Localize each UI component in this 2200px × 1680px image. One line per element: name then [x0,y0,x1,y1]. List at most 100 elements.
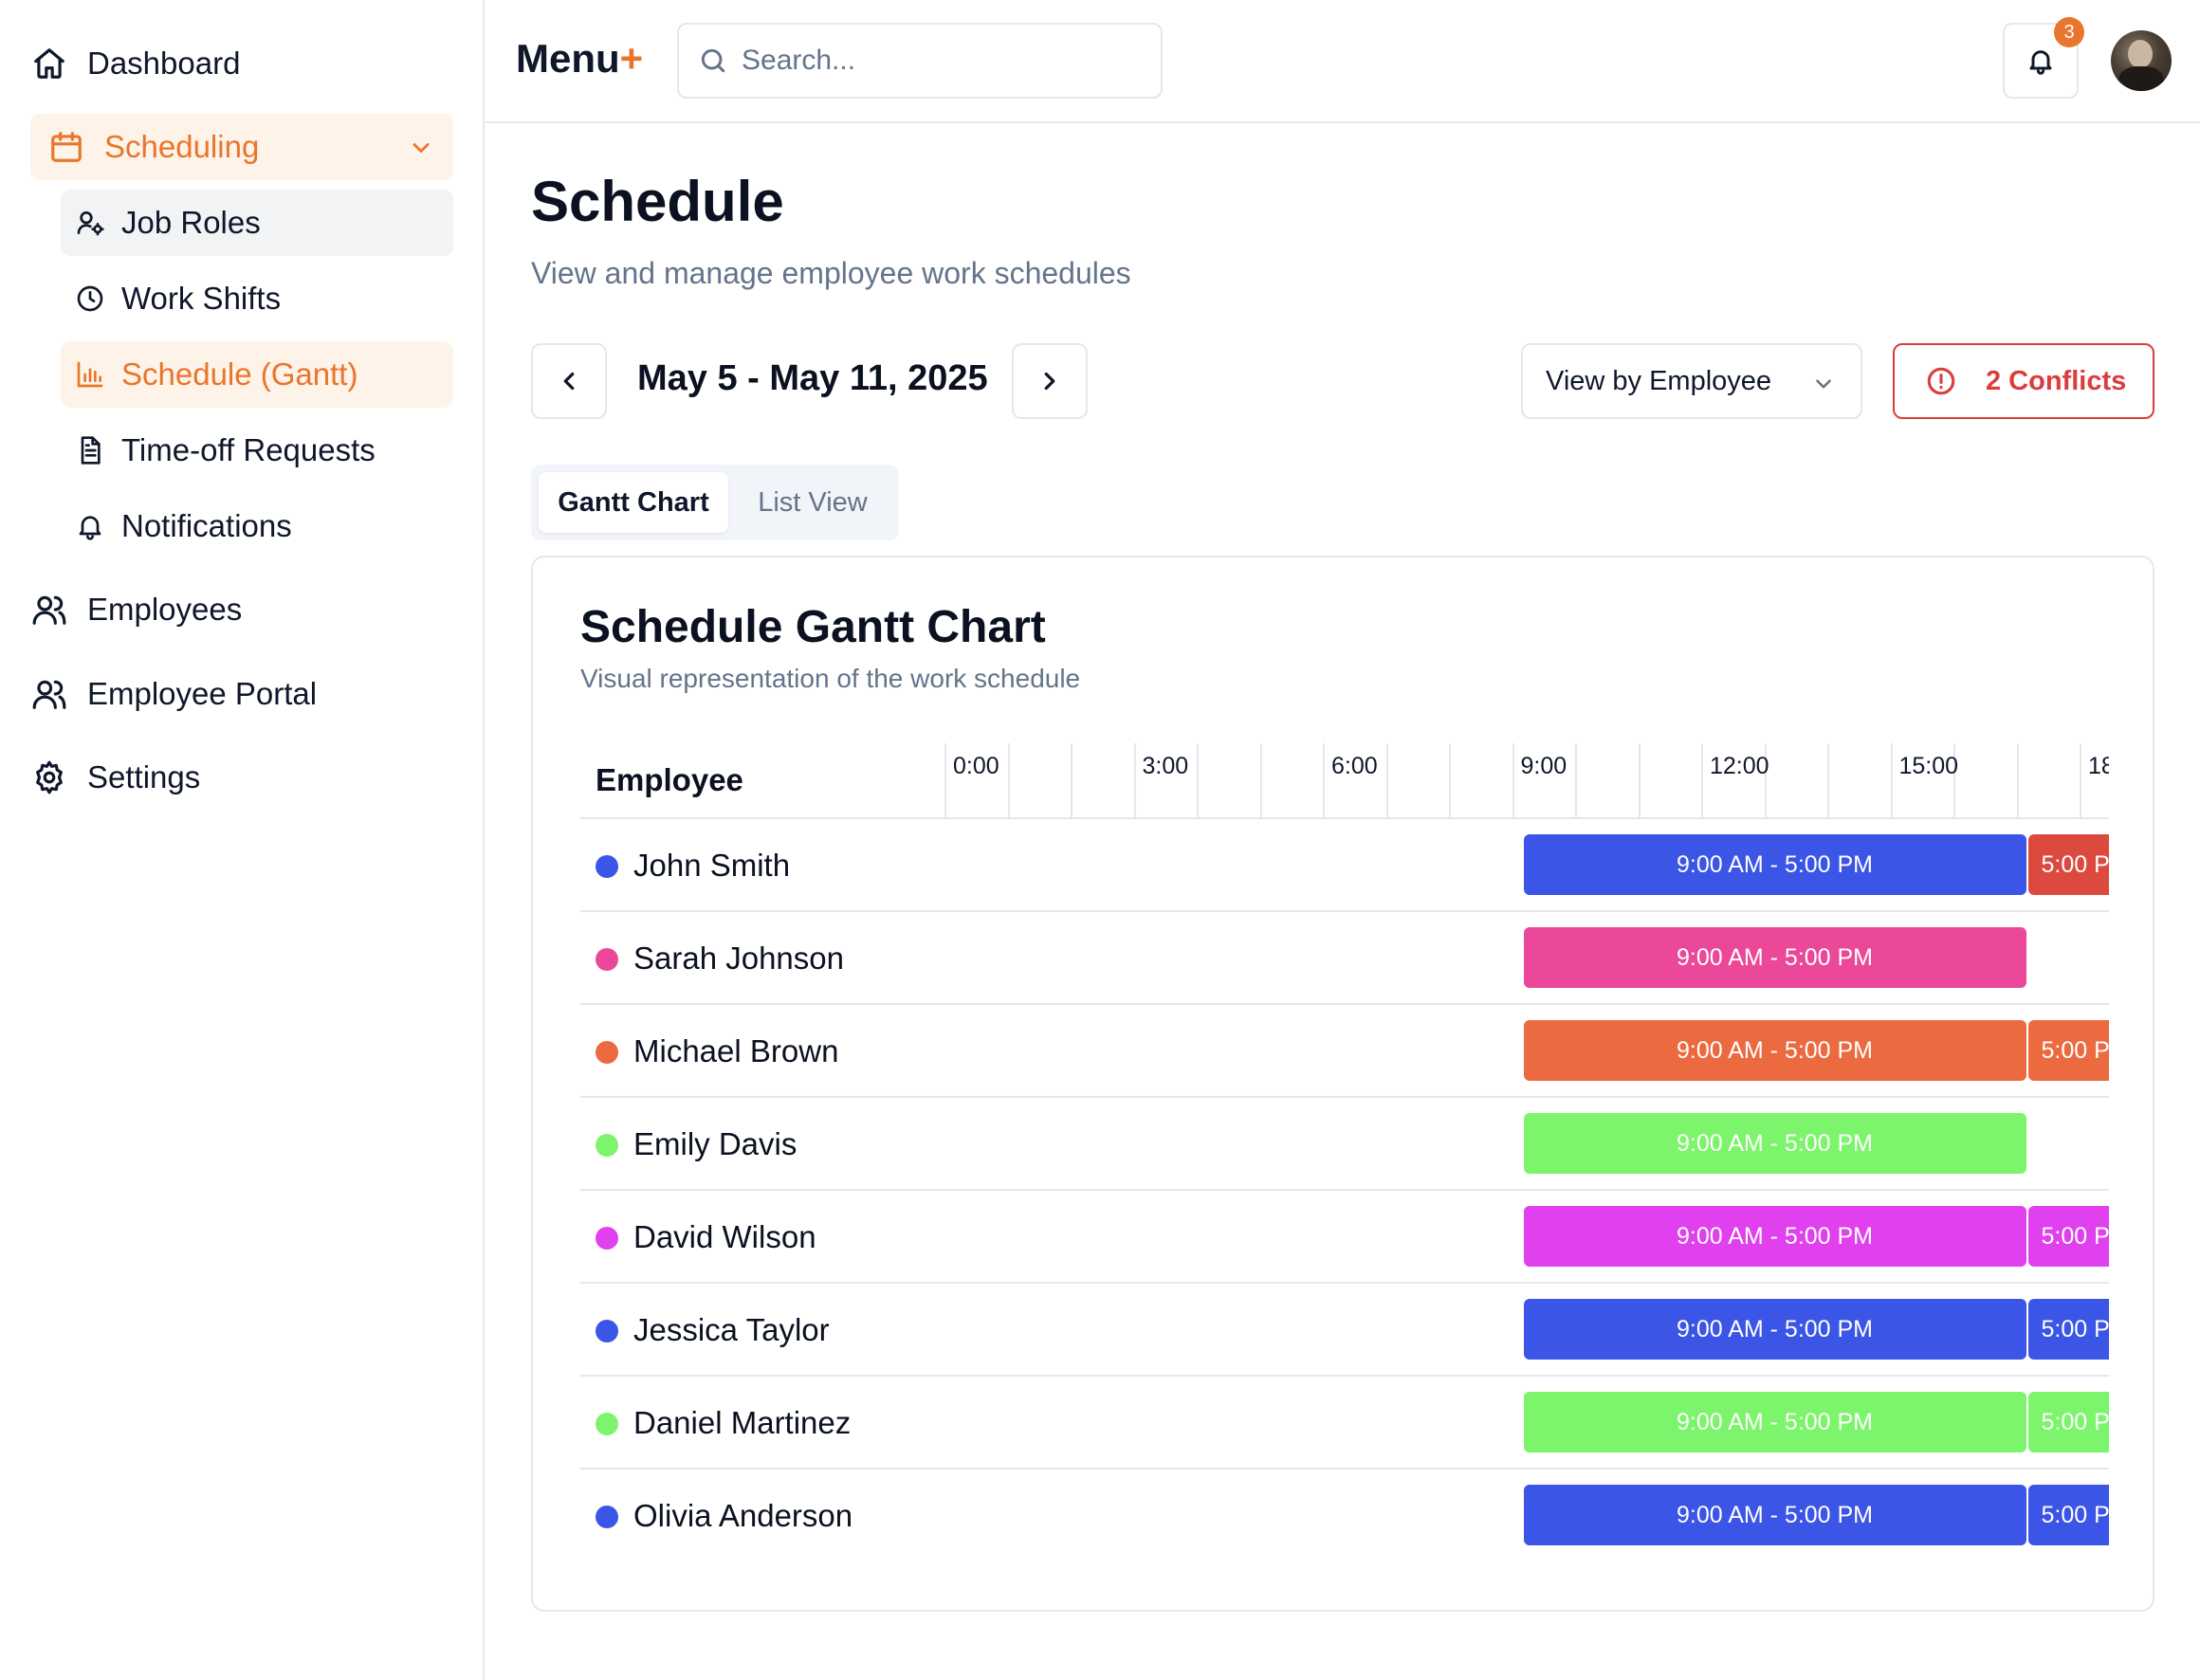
sidebar-item-work-shifts[interactable]: Work Shifts [61,265,453,332]
conflicts-button[interactable]: 2 Conflicts [1893,343,2154,419]
sidebar-item-label: Settings [87,759,201,794]
bell-icon [74,510,106,542]
calendar-icon [47,128,85,166]
shift-bar[interactable]: 9:00 AM - 5:00 PM [1523,1299,2026,1360]
employee-color-dot [596,1413,618,1435]
gantt-title: Schedule Gantt Chart [580,602,1046,652]
hour-label: 9:00 [1520,753,1568,779]
hour-label: 3:00 [1142,753,1189,779]
shift-bar[interactable]: 9:00 AM - 5:00 PM [1523,1113,2026,1174]
sidebar-item-dashboard[interactable]: Dashboard [15,30,438,97]
employee-name: David Wilson [633,1219,816,1254]
hour-gridline [1071,743,1072,819]
shift-bar-continued[interactable]: 5:00 P [2027,1020,2109,1081]
hour-gridline [1007,743,1010,819]
search-input[interactable] [742,45,1140,77]
sidebar-item-label: Employees [87,592,243,627]
user-avatar[interactable] [2111,30,2172,91]
shift-bar-continued[interactable]: 5:00 P [2027,1299,2109,1360]
tab-gantt-chart[interactable]: Gantt Chart [539,472,728,533]
hour-gridline [1323,743,1325,819]
hour-gridline [1701,743,1703,819]
gantt-row: Olivia Anderson 9:00 AM - 5:00 PM 5:00 P [580,1470,2109,1559]
logo-plus: + [619,36,644,81]
employee-column-header: Employee [596,762,743,797]
hour-gridline [1890,743,1893,819]
hour-gridline [1512,743,1514,819]
employee-color-dot [596,1134,618,1157]
shift-bar-continued[interactable]: 5:00 P [2027,1485,2109,1545]
hour-gridline [1575,743,1577,819]
notification-count-badge: 3 [2054,17,2084,47]
next-week-button[interactable] [1012,343,1088,419]
sidebar-item-label: Employee Portal [87,676,318,711]
search-box[interactable] [677,23,1163,99]
sidebar-item-notifications[interactable]: Notifications [61,493,453,559]
shift-bar[interactable]: 9:00 AM - 5:00 PM [1523,834,2026,895]
sidebar-item-label: Job Roles [121,205,261,240]
chevron-right-icon [1044,372,1055,391]
search-icon [701,48,725,73]
shift-bar-continued[interactable]: 5:00 P [2027,834,2109,895]
sidebar: Dashboard Scheduling Job Roles Work Shif… [0,0,485,1680]
view-by-select-value: View by Employee [1546,365,1772,396]
hour-gridline [944,743,946,819]
gantt-row: Daniel Martinez 9:00 AM - 5:00 PM 5:00 P [580,1377,2109,1470]
sidebar-item-label: Work Shifts [121,281,282,316]
user-cog-icon [74,207,106,239]
shift-bar[interactable]: 9:00 AM - 5:00 PM [1523,927,2026,988]
gantt-subtitle: Visual representation of the work schedu… [580,664,1081,693]
chevron-down-icon [412,143,430,153]
sidebar-item-job-roles[interactable]: Job Roles [61,190,453,256]
shift-bar-continued[interactable]: 5:00 P [2027,1392,2109,1452]
employee-name: Michael Brown [633,1033,839,1068]
employee-color-dot [596,1041,618,1064]
shift-bar[interactable]: 9:00 AM - 5:00 PM [1523,1020,2026,1081]
alert-circle-icon [1927,367,1955,395]
gantt-row: Emily Davis 9:00 AM - 5:00 PM [580,1098,2109,1191]
chevron-left-icon [563,372,575,391]
shift-bar-continued[interactable]: 5:00 P [2027,1206,2109,1267]
page-title: Schedule [531,170,784,233]
shift-bar[interactable]: 9:00 AM - 5:00 PM [1523,1392,2026,1452]
employee-name: Daniel Martinez [633,1405,852,1440]
hour-gridline [1827,743,1829,819]
sidebar-item-scheduling[interactable]: Scheduling [30,114,453,180]
page-subtitle: View and manage employee work schedules [531,256,1131,290]
document-icon [74,434,106,466]
employee-name: Jessica Taylor [633,1312,830,1347]
gantt-row: Michael Brown 9:00 AM - 5:00 PM 5:00 P [580,1005,2109,1098]
hour-gridline [1197,743,1199,819]
bar-chart-icon [74,358,106,391]
tab-list-view[interactable]: List View [734,472,891,533]
sidebar-item-label: Scheduling [104,129,260,164]
shift-bar[interactable]: 9:00 AM - 5:00 PM [1523,1485,2026,1545]
sidebar-item-schedule-gantt[interactable]: Schedule (Gantt) [61,341,453,408]
hour-gridline [1385,743,1388,819]
gantt-row: David Wilson 9:00 AM - 5:00 PM 5:00 P [580,1191,2109,1284]
sidebar-item-label: Schedule (Gantt) [121,356,358,392]
sidebar-item-settings[interactable]: Settings [15,744,438,811]
hour-gridline [2016,743,2019,819]
gantt-chart: Employee 0:00 3:00 6:00 9:00 12:00 15:00 18 Jo… [580,743,2109,1559]
gantt-header: Employee 0:00 3:00 6:00 9:00 12:00 15:00 18 [580,743,2109,819]
sidebar-item-employees[interactable]: Employees [15,576,438,643]
sidebar-item-employee-portal[interactable]: Employee Portal [15,661,438,727]
view-tabs: Gantt Chart List View [531,465,899,540]
employee-color-dot [596,1320,618,1342]
date-range-label: May 5 - May 11, 2025 [637,358,988,398]
view-by-select[interactable]: View by Employee [1521,343,1862,419]
shift-bar[interactable]: 9:00 AM - 5:00 PM [1523,1206,2026,1267]
hour-label: 0:00 [953,753,999,779]
top-header: Menu+ 3 [486,0,2200,123]
sidebar-item-time-off-requests[interactable]: Time-off Requests [61,417,453,484]
employee-color-dot [596,1227,618,1250]
previous-week-button[interactable] [531,343,607,419]
hour-gridline [1638,743,1641,819]
gear-icon [30,758,68,796]
conflicts-label: 2 Conflicts [1986,365,2127,396]
hour-label: 18 [2088,753,2109,779]
hour-gridline [1449,743,1451,819]
home-icon [30,45,68,82]
app-logo[interactable]: Menu+ [516,36,643,82]
